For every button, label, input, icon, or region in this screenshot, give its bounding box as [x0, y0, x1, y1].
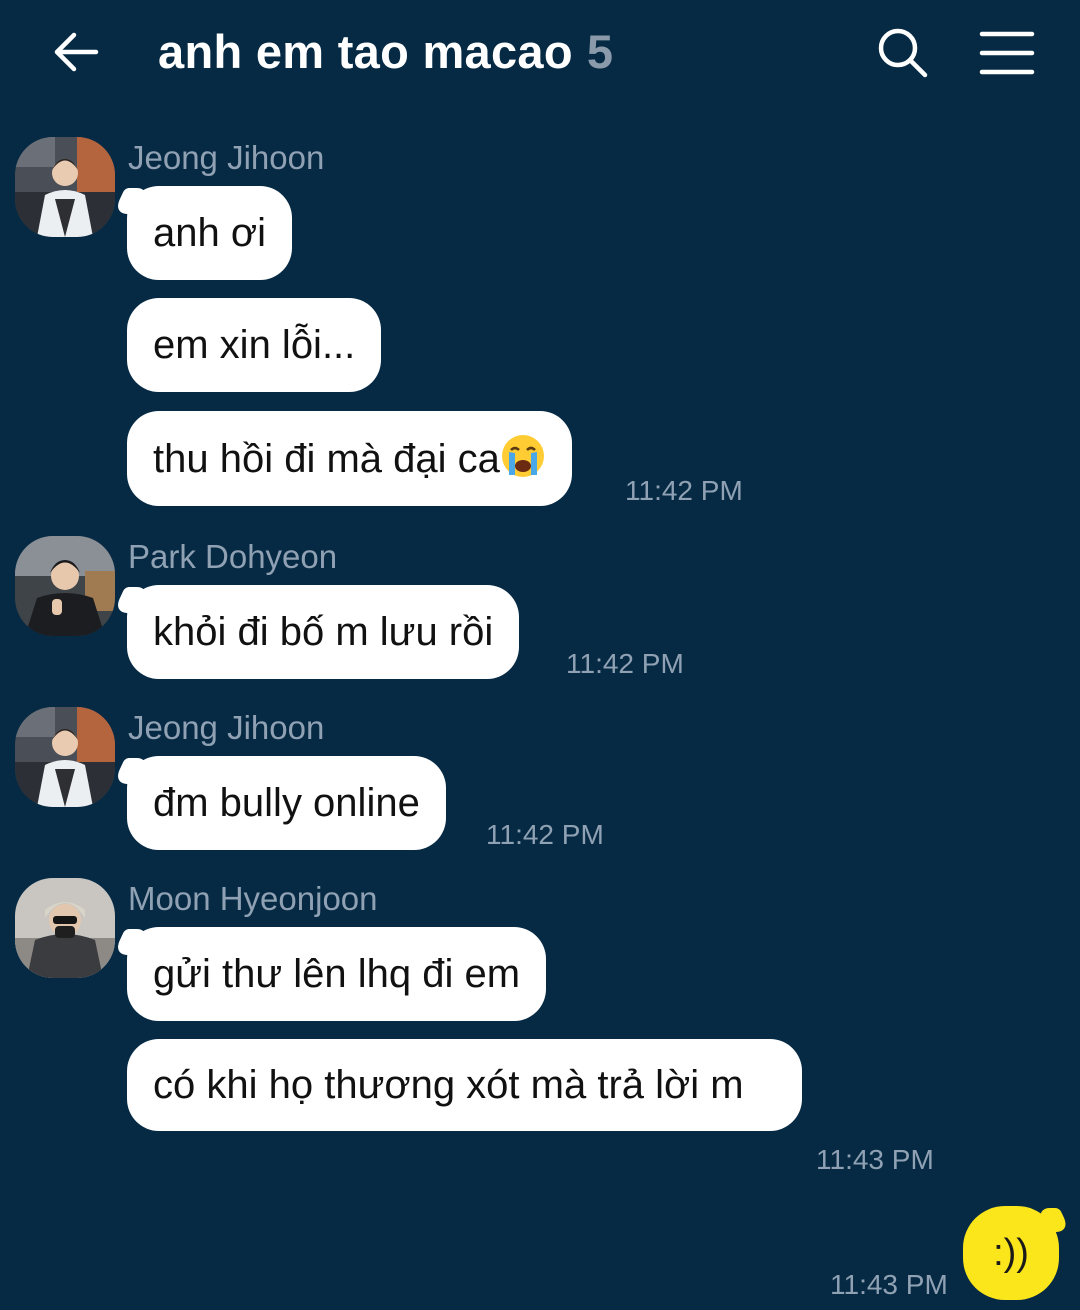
member-count: 5 [586, 25, 614, 78]
message-timestamp: 11:42 PM [625, 475, 743, 506]
message-timestamp: 11:42 PM [486, 819, 604, 850]
crying-face-emoji [500, 433, 546, 479]
sender-name: Jeong Jihoon [128, 709, 325, 746]
message-bubble[interactable]: em xin lỗi... [127, 298, 382, 392]
my-message-timestamp: 11:43 PM [830, 1269, 948, 1300]
message-text: gửi thư lên lhq đi em [153, 952, 521, 996]
message-text: em xin lỗi... [153, 323, 356, 367]
message-bubble[interactable]: có khi họ thương xót mà trả lời m [127, 1039, 802, 1131]
message-timestamp: 11:43 PM [816, 1144, 934, 1175]
message-bubble[interactable]: thu hồi đi mà đại ca [127, 411, 572, 506]
message-text: anh ơi [153, 211, 266, 255]
message-bubble[interactable]: gửi thư lên lhq đi em [127, 927, 547, 1021]
chat-title: anh em tao macao 5 [158, 24, 613, 79]
my-message-bubble[interactable]: :)) [963, 1206, 1059, 1300]
avatar-park-dohyeon[interactable] [15, 536, 115, 636]
back-arrow-icon[interactable] [50, 25, 104, 79]
menu-icon[interactable] [978, 28, 1036, 78]
message-bubble[interactable]: đm bully online [127, 756, 446, 850]
message-bubble[interactable]: anh ơi [127, 186, 292, 280]
sender-name: Jeong Jihoon [128, 139, 325, 176]
my-message-text: :)) [993, 1232, 1029, 1274]
message-timestamp: 11:42 PM [566, 648, 684, 679]
avatar-jeong-jihoon[interactable] [15, 707, 115, 807]
chat-title-text: anh em tao macao [158, 25, 573, 78]
message-bubble[interactable]: khỏi đi bố m lưu rồi [127, 585, 520, 679]
message-text: thu hồi đi mà đại ca [153, 437, 500, 481]
sender-name: Moon Hyeonjoon [128, 880, 378, 917]
avatar-jeong-jihoon[interactable] [15, 137, 115, 237]
chat-header: anh em tao macao 5 [0, 0, 1080, 105]
message-text: khỏi đi bố m lưu rồi [153, 610, 494, 654]
sender-name: Park Dohyeon [128, 538, 338, 575]
search-icon[interactable] [874, 24, 932, 82]
message-text: đm bully online [153, 781, 420, 825]
avatar-moon-hyeonjoon[interactable] [15, 878, 115, 978]
message-text: có khi họ thương xót mà trả lời m [153, 1063, 744, 1107]
